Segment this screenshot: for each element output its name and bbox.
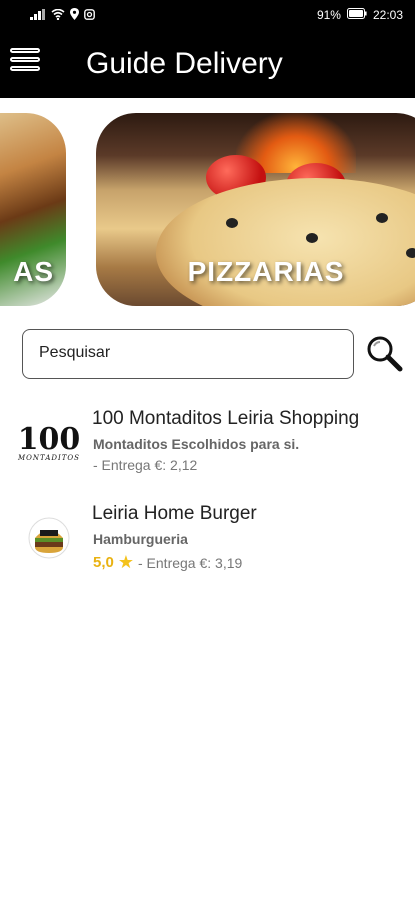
category-label: PIZZARIAS (187, 256, 345, 287)
wifi-icon (51, 8, 65, 23)
logo-subtext: MONTADITOS (18, 453, 80, 462)
restaurant-subtitle: Hamburgueria (93, 531, 188, 547)
restaurant-logo: 100 MONTADITOS (14, 418, 84, 468)
search-box[interactable] (22, 329, 354, 379)
category-carousel[interactable]: AS PIZZARIAS (0, 110, 415, 310)
status-icons-right: 91% 22:03 (317, 8, 403, 22)
battery-icon (346, 8, 367, 22)
list-item[interactable]: Leiria Home Burger Hamburgueria 5,0 ★ - … (0, 495, 415, 590)
list-item[interactable]: 100 MONTADITOS 100 Montaditos Leiria Sho… (0, 400, 415, 495)
restaurant-meta: 5,0 ★ - Entrega €: 3,19 (93, 552, 242, 573)
app-title: Guide Delivery (86, 47, 283, 80)
location-icon (70, 8, 79, 23)
instagram-icon (84, 8, 95, 23)
menu-icon[interactable] (10, 48, 42, 80)
battery-percent: 91% (316, 8, 341, 22)
search-input[interactable] (39, 344, 339, 362)
status-bar: 91% 22:03 (0, 0, 415, 30)
search-icon[interactable] (364, 333, 404, 373)
restaurant-list: 100 MONTADITOS 100 Montaditos Leiria Sho… (0, 400, 415, 590)
category-card-burgers[interactable]: AS (0, 113, 66, 306)
status-icons-left (30, 8, 95, 23)
restaurant-name: Leiria Home Burger (92, 503, 257, 524)
restaurant-name: 100 Montaditos Leiria Shopping (92, 408, 360, 429)
delivery-fee: - Entrega €: 3,19 (138, 554, 243, 571)
logo-text: 100 (17, 421, 81, 457)
star-icon: ★ (117, 552, 134, 572)
burger-logo-icon (28, 517, 70, 559)
clock: 22:03 (372, 8, 403, 22)
signal-icon (30, 8, 46, 23)
app-bar: Guide Delivery (0, 30, 415, 98)
category-card-pizzarias[interactable]: PIZZARIAS (96, 113, 415, 306)
delivery-fee: - Entrega €: 2,12 (93, 457, 198, 473)
rating-value: 5,0 (93, 554, 114, 571)
restaurant-meta: - Entrega €: 2,12 (93, 457, 197, 473)
category-label: AS (13, 256, 54, 287)
restaurant-subtitle: Montaditos Escolhidos para si. (93, 436, 300, 452)
restaurant-logo (14, 513, 84, 563)
